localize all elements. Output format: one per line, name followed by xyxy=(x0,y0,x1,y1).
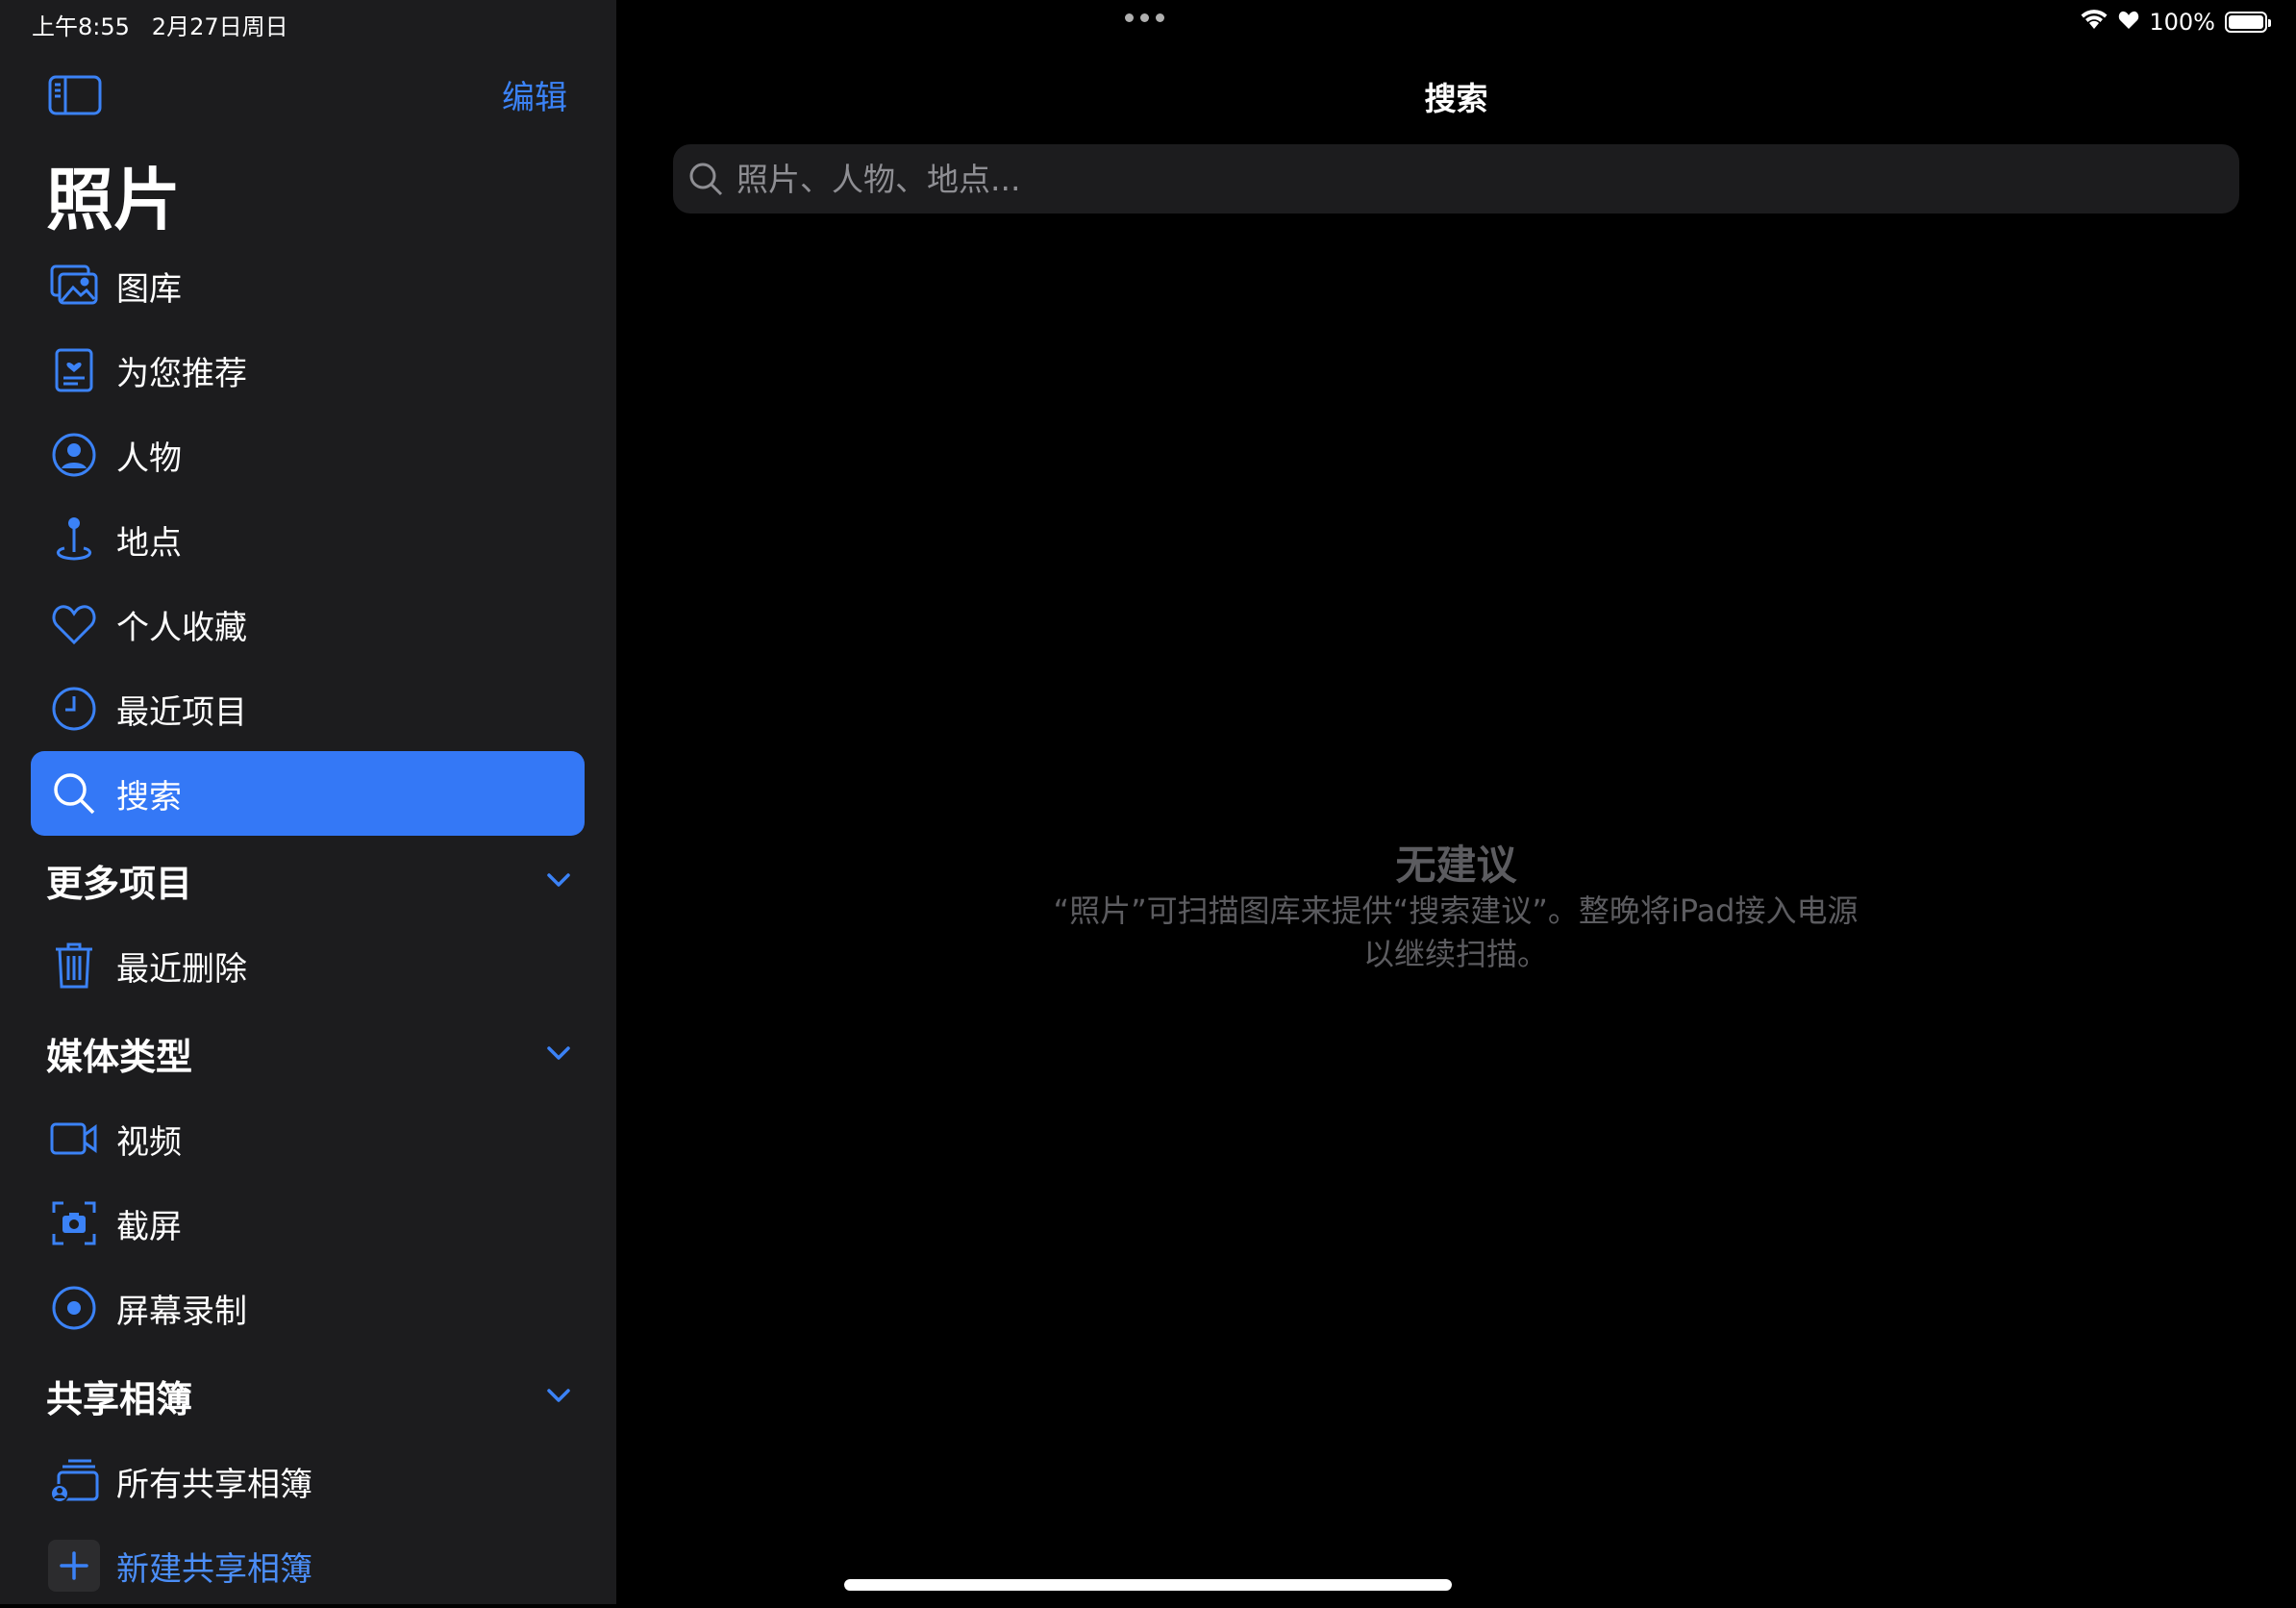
shared-albums-icon xyxy=(47,1454,101,1508)
clock-icon xyxy=(47,682,101,736)
chevron-down-icon[interactable] xyxy=(544,1381,573,1410)
sidebar-item-label: 截屏 xyxy=(116,1207,182,1246)
sidebar-item-label: 最近删除 xyxy=(116,949,247,989)
search-input[interactable] xyxy=(735,159,2181,199)
section-header-media-types[interactable]: 媒体类型 xyxy=(31,1019,585,1087)
section-title: 共享相簿 xyxy=(46,1377,193,1420)
person-circle-icon xyxy=(47,428,101,482)
sidebar-item-label: 图库 xyxy=(116,269,182,309)
sidebar-item-people[interactable]: 人物 xyxy=(31,413,585,497)
sidebar-item-label: 搜索 xyxy=(116,777,182,817)
trash-icon xyxy=(47,939,101,992)
wifi-icon xyxy=(2080,8,2109,37)
section-header-shared-albums[interactable]: 共享相簿 xyxy=(31,1362,585,1429)
page-title: 搜索 xyxy=(1424,80,1488,117)
multitasking-dots-icon[interactable] xyxy=(1125,13,1164,22)
for-you-icon xyxy=(47,343,101,397)
chevron-down-icon[interactable] xyxy=(544,1039,573,1068)
sidebar-item-recently-deleted[interactable]: 最近删除 xyxy=(31,923,585,1008)
screen-record-icon xyxy=(47,1281,101,1335)
empty-state-title: 无建议 xyxy=(1395,842,1517,889)
sidebar-item-new-shared-album[interactable]: 新建共享相簿 xyxy=(31,1523,585,1608)
app-title: 照片 xyxy=(46,161,181,239)
sidebar-item-label: 视频 xyxy=(116,1122,182,1162)
sidebar-item-favorites[interactable]: 个人收藏 xyxy=(31,582,585,666)
sidebar-toggle-icon[interactable] xyxy=(48,75,102,115)
main-content: 搜索 无建议 “照片”可扫描图库来提供“搜索建议”。整晚将iPad接入电源以继续… xyxy=(616,0,2296,1604)
search-bar[interactable] xyxy=(673,144,2239,214)
sidebar-item-search[interactable]: 搜索 xyxy=(31,751,585,836)
photo-library-icon xyxy=(47,259,101,313)
sidebar-item-label: 所有共享相簿 xyxy=(116,1465,312,1504)
plus-icon xyxy=(47,1539,101,1593)
edit-button[interactable]: 编辑 xyxy=(502,71,567,118)
sidebar-item-label: 为您推荐 xyxy=(116,354,247,393)
sidebar-item-label: 新建共享相簿 xyxy=(116,1549,312,1589)
search-icon xyxy=(686,160,725,198)
heart-icon xyxy=(47,597,101,651)
sidebar-item-places[interactable]: 地点 xyxy=(31,497,585,582)
empty-state-description: “照片”可扫描图库来提供“搜索建议”。整晚将iPad接入电源以继续扫描。 xyxy=(1053,892,1859,972)
sidebar-item-label: 屏幕录制 xyxy=(116,1292,247,1331)
sidebar-item-label: 最近项目 xyxy=(116,692,247,732)
screenshot-icon xyxy=(47,1196,101,1250)
status-time: 上午8:55 2月27日周日 xyxy=(32,8,288,41)
sidebar-item-videos[interactable]: 视频 xyxy=(31,1096,585,1181)
battery-percentage: 100% xyxy=(2149,9,2215,36)
map-pin-icon xyxy=(47,513,101,566)
sidebar: 上午8:55 2月27日周日 编辑 照片 图库 为您推荐 人物 地点 个人收藏 … xyxy=(0,0,616,1604)
status-clock: 上午8:55 xyxy=(32,13,130,40)
home-indicator[interactable] xyxy=(844,1579,1452,1591)
sidebar-item-library[interactable]: 图库 xyxy=(31,243,585,328)
sidebar-item-for-you[interactable]: 为您推荐 xyxy=(31,328,585,413)
sidebar-item-label: 个人收藏 xyxy=(116,608,247,647)
video-camera-icon xyxy=(47,1112,101,1166)
status-indicators: 100% xyxy=(2080,8,2271,37)
section-header-more-items[interactable]: 更多项目 xyxy=(31,846,585,914)
chevron-down-icon[interactable] xyxy=(544,866,573,894)
sidebar-item-all-shared-albums[interactable]: 所有共享相簿 xyxy=(31,1439,585,1523)
sidebar-item-label: 地点 xyxy=(116,523,182,563)
battery-icon xyxy=(2225,12,2271,33)
status-date: 2月27日周日 xyxy=(151,13,288,40)
section-title: 更多项目 xyxy=(46,862,193,905)
sidebar-item-recents[interactable]: 最近项目 xyxy=(31,666,585,751)
sidebar-item-screenshots[interactable]: 截屏 xyxy=(31,1181,585,1266)
search-icon xyxy=(47,766,101,820)
section-title: 媒体类型 xyxy=(46,1035,193,1078)
sidebar-item-screen-recordings[interactable]: 屏幕录制 xyxy=(31,1266,585,1350)
heart-status-icon xyxy=(2118,9,2139,36)
sidebar-item-label: 人物 xyxy=(116,439,182,478)
